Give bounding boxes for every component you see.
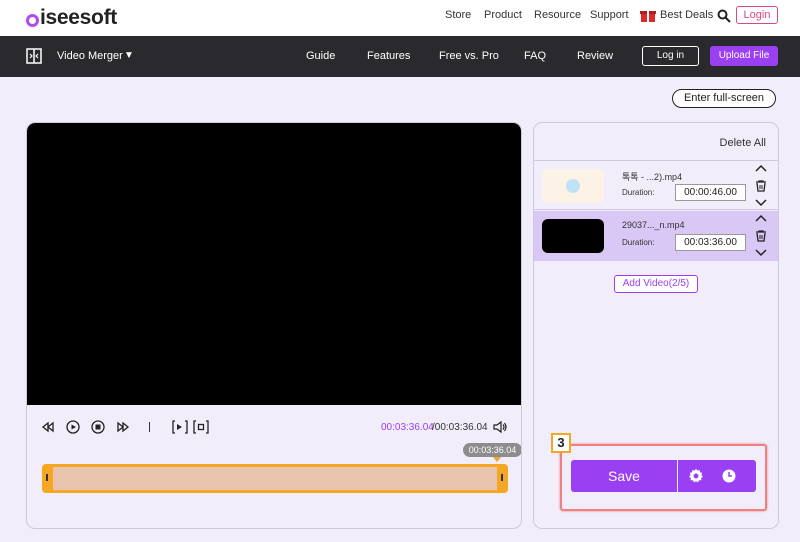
nav-features[interactable]: Features <box>367 50 410 62</box>
volume-icon[interactable] <box>493 420 508 434</box>
trim-start-handle[interactable] <box>42 464 53 493</box>
play-icon[interactable] <box>66 420 80 434</box>
current-time: 00:03:36.04 <box>381 422 434 433</box>
output-options-group <box>678 460 756 492</box>
clip-name: 29037..._n.mp4 <box>622 220 685 230</box>
chevron-down-icon[interactable] <box>754 246 768 258</box>
total-time: /00:03:36.04 <box>432 422 488 433</box>
trash-icon[interactable] <box>754 230 768 242</box>
playhead-marker[interactable] <box>493 457 501 462</box>
enter-fullscreen-button[interactable]: Enter full-screen <box>672 89 776 108</box>
logo-mark-icon <box>26 13 39 27</box>
trim-timeline[interactable] <box>42 464 508 493</box>
duration-input[interactable]: 00:00:46.00 <box>675 184 746 201</box>
top-header: iseesoft Store Product Resource Support … <box>0 0 800 36</box>
nav-review[interactable]: Review <box>577 50 613 62</box>
control-divider <box>149 422 150 432</box>
logo[interactable]: iseesoft <box>26 6 117 30</box>
upload-file-button[interactable]: Upload File <box>710 46 778 66</box>
nav-resource[interactable]: Resource <box>534 9 581 21</box>
clip-thumbnail <box>542 219 604 253</box>
delete-all-button[interactable]: Delete All <box>720 137 766 149</box>
nav-guide[interactable]: Guide <box>306 50 335 62</box>
save-button[interactable]: Save <box>571 460 677 492</box>
login-button[interactable]: Log in <box>642 46 699 66</box>
caret-down-icon[interactable]: ▼ <box>124 50 134 61</box>
header-login-button[interactable]: Login <box>736 6 778 24</box>
duration-label: Duration: <box>622 188 655 197</box>
chevron-up-icon[interactable] <box>754 163 768 175</box>
gear-icon[interactable] <box>688 468 704 484</box>
merge-icon <box>26 48 42 64</box>
tool-name[interactable]: Video Merger <box>57 50 123 62</box>
player-panel: 00:03:36.04 /00:03:36.04 00:03:36.04 <box>26 122 522 529</box>
nav-free-vs-pro[interactable]: Free vs. Pro <box>439 50 499 62</box>
search-icon[interactable] <box>717 9 731 23</box>
playhead-time-tooltip: 00:03:36.04 <box>463 443 521 457</box>
nav-product[interactable]: Product <box>484 9 522 21</box>
gift-icon <box>640 11 656 22</box>
set-end-icon[interactable] <box>193 420 209 434</box>
nav-support[interactable]: Support <box>590 9 629 21</box>
step-number-badge: 3 <box>551 433 571 453</box>
duration-label: Duration: <box>622 238 655 247</box>
fast-forward-icon[interactable] <box>116 420 130 434</box>
chevron-down-icon[interactable] <box>754 196 768 208</box>
clip-thumbnail <box>542 169 604 203</box>
tool-navbar: Video Merger ▼ Guide Features Free vs. P… <box>0 36 800 77</box>
logo-text: iseesoft <box>40 6 117 29</box>
stop-icon[interactable] <box>91 420 105 434</box>
trash-icon[interactable] <box>754 180 768 192</box>
clock-icon[interactable] <box>722 469 736 483</box>
rewind-icon[interactable] <box>41 420 55 434</box>
clip-row[interactable]: 톡톡 - ...2).mp4 Duration: 00:00:46.00 <box>534 160 778 210</box>
add-video-button[interactable]: Add Video(2/5) <box>614 275 698 293</box>
clip-name: 톡톡 - ...2).mp4 <box>622 172 683 182</box>
nav-store[interactable]: Store <box>445 9 471 21</box>
set-start-icon[interactable] <box>172 420 188 434</box>
video-preview[interactable] <box>27 123 521 405</box>
nav-best-deals[interactable]: Best Deals <box>660 9 713 21</box>
chevron-up-icon[interactable] <box>754 213 768 225</box>
trim-end-handle[interactable] <box>497 464 508 493</box>
duration-input[interactable]: 00:03:36.00 <box>675 234 746 251</box>
clip-row[interactable]: 29037..._n.mp4 Duration: 00:03:36.00 <box>534 211 778 261</box>
nav-faq[interactable]: FAQ <box>524 50 546 62</box>
